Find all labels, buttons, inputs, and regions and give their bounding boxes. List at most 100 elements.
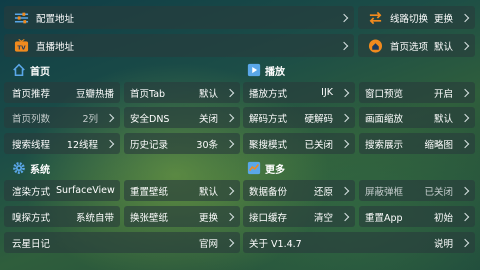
diary-label: 云星日记 [12,238,51,250]
homepage-options-label: 首页选项 [390,41,429,53]
line-switch-button[interactable]: 线路切换 更换 [358,6,475,29]
chevron-right-icon [460,13,470,22]
section-playback-header: 播放 [247,62,285,78]
chevron-right-icon [460,113,470,122]
line-switch-value: 更换 [433,13,453,25]
chevron-right-icon [339,13,349,22]
play-mode-value: IJK [321,87,333,98]
data-backup-value: 还原 [313,186,333,198]
history-setting[interactable]: 历史记录 30条 [124,133,240,154]
chevron-right-icon [460,186,470,195]
secure-dns-setting[interactable]: 安全DNS 关闭 [124,107,240,128]
chevron-right-icon [460,41,470,50]
sniff-mode-setting[interactable]: 嗅探方式 系统自带 [4,206,120,227]
home-recommend-label: 首页推荐 [12,88,51,100]
live-address-label: 直播地址 [36,41,75,53]
about-setting[interactable]: 关于 V1.4.7 说明 [243,232,475,253]
chevron-right-icon [225,139,235,148]
chevron-right-icon [340,113,350,122]
decode-mode-value: 硬解码 [304,113,333,125]
search-threads-label: 搜索线程 [12,139,51,151]
history-value: 30条 [196,139,218,151]
reset-app-setting[interactable]: 重置App 初始 [359,206,475,227]
block-popup-value: 已关闭 [424,186,453,198]
about-label: 关于 V1.4.7 [249,238,302,250]
chevron-right-icon [340,88,350,97]
aggregate-search-label: 聚搜模式 [249,139,288,151]
tv-icon: TV [14,38,29,52]
gear-icon [12,161,26,175]
sniff-mode-label: 嗅探方式 [12,212,51,224]
section-playback-title: 播放 [265,66,285,78]
api-cache-value: 清空 [313,212,333,224]
config-address-label: 配置地址 [36,13,75,25]
play-square-icon [247,63,261,77]
search-display-setting[interactable]: 搜索展示 缩略图 [359,133,475,154]
section-system-header: 系统 [12,160,50,176]
chevron-right-icon [460,212,470,221]
home-columns-setting[interactable]: 首页列数 2列 [4,107,120,128]
window-preview-label: 窗口预览 [365,88,404,100]
homepage-options-value: 默认 [433,41,453,53]
picture-scale-value: 默认 [433,113,453,125]
homepage-options-button[interactable]: 首页选项 默认 [358,34,475,57]
chevron-right-icon [340,139,350,148]
data-backup-setting[interactable]: 数据备份 还原 [243,180,355,201]
section-more-title: 更多 [265,164,285,176]
chevron-right-icon [225,186,235,195]
about-value: 说明 [433,238,453,250]
home-tab-setting[interactable]: 首页Tab 默认 [124,82,240,103]
window-preview-setting[interactable]: 窗口预览 开启 [359,82,475,103]
api-cache-label: 接口缓存 [249,212,288,224]
chevron-right-icon [105,113,115,122]
chevron-right-icon [339,41,349,50]
home-recommend-value: 豆瓣热播 [75,88,114,100]
home-columns-value: 2列 [82,113,98,125]
picture-scale-label: 画面缩放 [365,113,404,125]
api-cache-setting[interactable]: 接口缓存 清空 [243,206,355,227]
reset-wallpaper-label: 重置壁纸 [130,186,169,198]
block-popup-setting[interactable]: 屏蔽弹框 已关闭 [359,180,475,201]
secure-dns-label: 安全DNS [130,113,170,125]
home-outline-icon [12,63,26,77]
line-switch-label: 线路切换 [390,13,429,25]
reset-wallpaper-value: 默认 [198,186,218,198]
diary-value: 官网 [198,238,218,250]
home-recommend-setting[interactable]: 首页推荐 豆瓣热播 [4,82,120,103]
chevron-right-icon [225,88,235,97]
chevron-right-icon [225,238,235,247]
decode-mode-label: 解码方式 [249,113,288,125]
play-mode-label: 播放方式 [249,88,288,100]
svg-text:TV: TV [17,45,26,51]
secure-dns-value: 关闭 [198,113,218,125]
render-mode-setting[interactable]: 渲染方式 SurfaceView [4,180,120,201]
home-tab-value: 默认 [198,88,218,100]
aggregate-search-setting[interactable]: 聚搜模式 已关闭 [243,133,355,154]
chevron-right-icon [460,238,470,247]
reset-app-value: 初始 [433,212,453,224]
section-home-title: 首页 [30,66,50,78]
chevron-right-icon [460,88,470,97]
decode-mode-setting[interactable]: 解码方式 硬解码 [243,107,355,128]
chevron-right-icon [225,113,235,122]
chevron-right-icon [340,212,350,221]
play-mode-setting[interactable]: 播放方式 IJK [243,82,355,103]
change-wallpaper-label: 换张壁纸 [130,212,169,224]
live-address-button[interactable]: TV 直播地址 [4,34,354,57]
render-mode-value: SurfaceView [56,185,115,196]
swap-icon [369,11,382,24]
home-icon [368,38,383,53]
chevron-right-icon [340,186,350,195]
diary-setting[interactable]: 云星日记 官网 [4,232,240,253]
search-threads-value: 12线程 [66,139,98,151]
reset-app-label: 重置App [365,212,403,224]
section-more-header: 更多 [247,160,285,176]
config-address-button[interactable]: 配置地址 [4,6,354,29]
block-popup-label: 屏蔽弹框 [365,186,404,198]
search-threads-setting[interactable]: 搜索线程 12线程 [4,133,120,154]
section-home-header: 首页 [12,62,50,78]
change-wallpaper-setting[interactable]: 换张壁纸 更换 [124,206,240,227]
reset-wallpaper-setting[interactable]: 重置壁纸 默认 [124,180,240,201]
history-label: 历史记录 [130,139,169,151]
picture-scale-setting[interactable]: 画面缩放 默认 [359,107,475,128]
